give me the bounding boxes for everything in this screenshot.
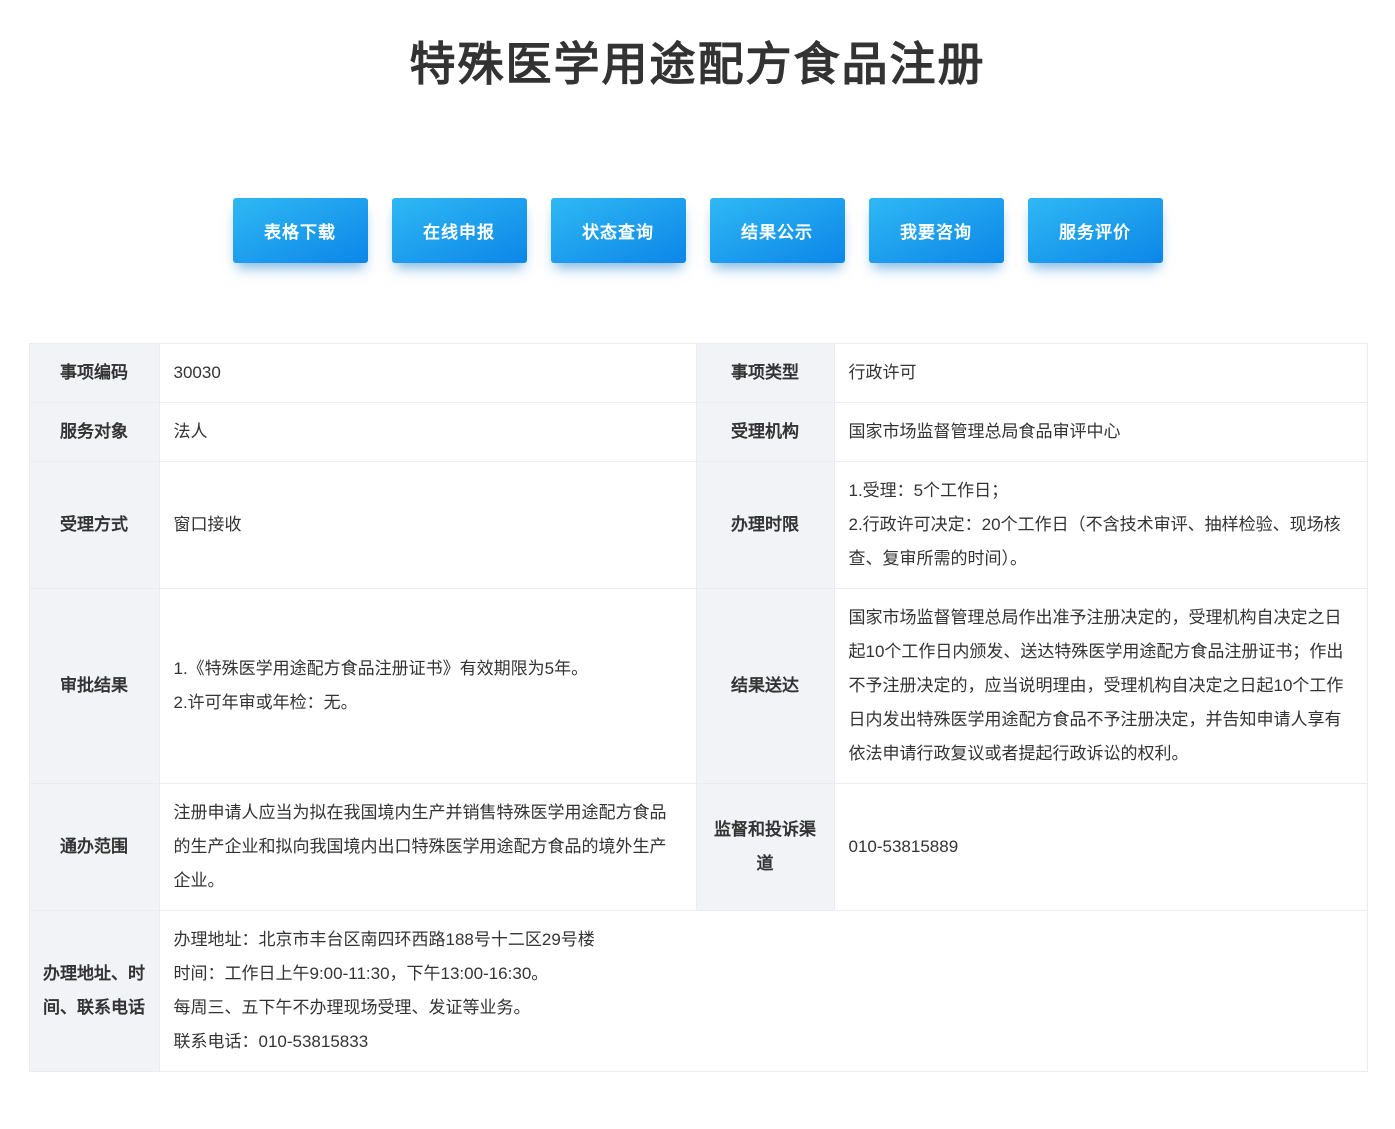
item-code-value: 30030 [159,344,696,403]
supervision-complaint-value: 010-53815889 [834,784,1367,911]
status-query-button[interactable]: 状态查询 [551,198,686,263]
table-row: 办理地址、时间、联系电话 办理地址：北京市丰台区南四环西路188号十二区29号楼… [29,911,1367,1072]
consult-button[interactable]: 我要咨询 [869,198,1004,263]
service-rating-button[interactable]: 服务评价 [1028,198,1163,263]
table-row: 受理方式 窗口接收 办理时限 1.受理：5个工作日； 2.行政许可决定：20个工… [29,462,1367,589]
table-row: 通办范围 注册申请人应当为拟在我国境内生产并销售特殊医学用途配方食品的生产企业和… [29,784,1367,911]
address-time-phone-value: 办理地址：北京市丰台区南四环西路188号十二区29号楼 时间：工作日上午9:00… [159,911,1367,1072]
service-info-table: 事项编码 30030 事项类型 行政许可 服务对象 法人 受理机构 国家市场监督… [29,343,1368,1072]
page-title: 特殊医学用途配方食品注册 [0,36,1395,92]
scope-value: 注册申请人应当为拟在我国境内生产并销售特殊医学用途配方食品的生产企业和拟向我国境… [159,784,696,911]
item-type-label: 事项类型 [696,344,834,403]
page: 特殊医学用途配方食品注册 表格下载 在线申报 状态查询 结果公示 我要咨询 服务… [0,0,1395,1129]
accepting-agency-label: 受理机构 [696,403,834,462]
table-row: 服务对象 法人 受理机构 国家市场监督管理总局食品审评中心 [29,403,1367,462]
approval-result-value: 1.《特殊医学用途配方食品注册证书》有效期限为5年。 2.许可年审或年检：无。 [159,589,696,784]
supervision-complaint-label: 监督和投诉渠道 [696,784,834,911]
result-delivery-value: 国家市场监督管理总局作出准予注册决定的，受理机构自决定之日起10个工作日内颁发、… [834,589,1367,784]
online-apply-button[interactable]: 在线申报 [392,198,527,263]
action-button-row: 表格下载 在线申报 状态查询 结果公示 我要咨询 服务评价 [0,198,1395,263]
table-row: 审批结果 1.《特殊医学用途配方食品注册证书》有效期限为5年。 2.许可年审或年… [29,589,1367,784]
result-publicity-button[interactable]: 结果公示 [710,198,845,263]
service-info-table-wrap: 事项编码 30030 事项类型 行政许可 服务对象 法人 受理机构 国家市场监督… [29,343,1367,1072]
form-download-button[interactable]: 表格下载 [233,198,368,263]
accept-method-value: 窗口接收 [159,462,696,589]
table-row: 事项编码 30030 事项类型 行政许可 [29,344,1367,403]
approval-result-label: 审批结果 [29,589,159,784]
service-object-value: 法人 [159,403,696,462]
processing-time-label: 办理时限 [696,462,834,589]
accepting-agency-value: 国家市场监督管理总局食品审评中心 [834,403,1367,462]
scope-label: 通办范围 [29,784,159,911]
address-time-phone-label: 办理地址、时间、联系电话 [29,911,159,1072]
result-delivery-label: 结果送达 [696,589,834,784]
item-type-value: 行政许可 [834,344,1367,403]
processing-time-value: 1.受理：5个工作日； 2.行政许可决定：20个工作日（不含技术审评、抽样检验、… [834,462,1367,589]
item-code-label: 事项编码 [29,344,159,403]
accept-method-label: 受理方式 [29,462,159,589]
service-object-label: 服务对象 [29,403,159,462]
